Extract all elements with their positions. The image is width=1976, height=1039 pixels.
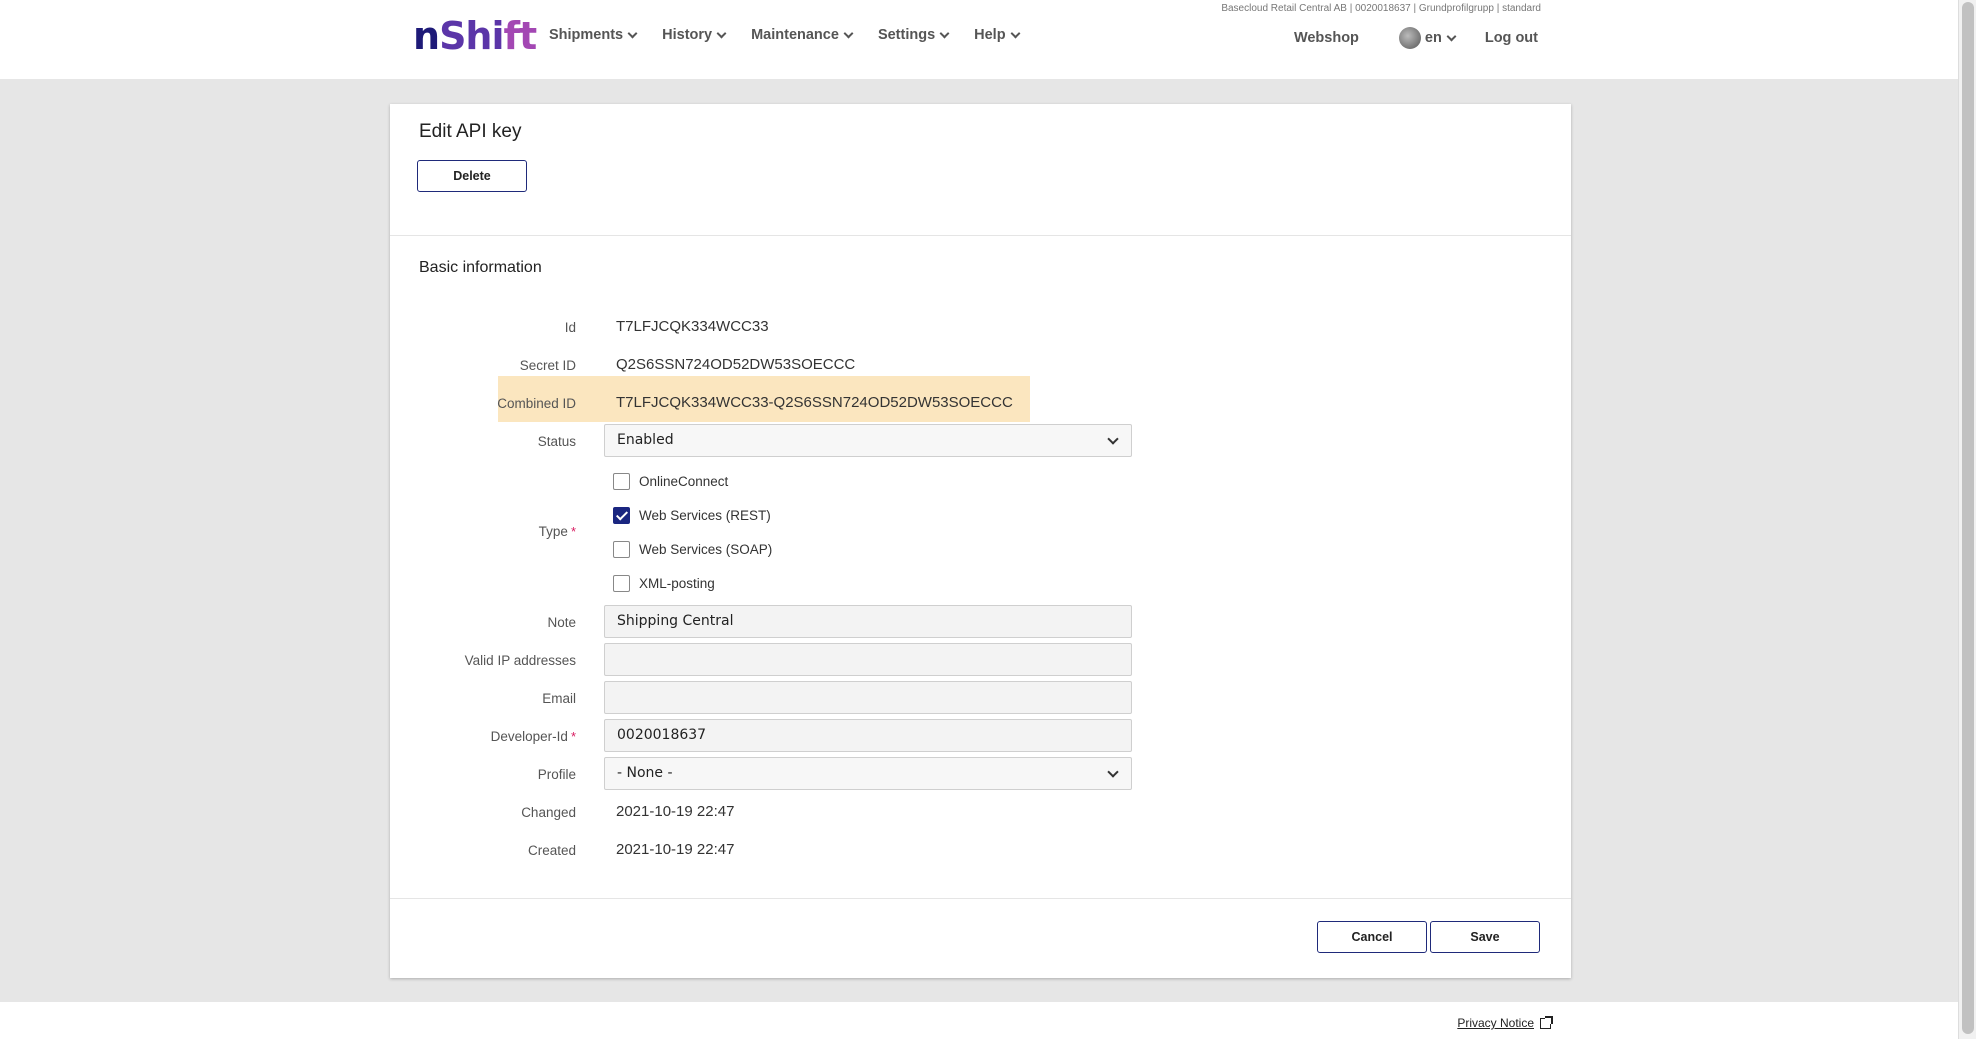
developer-id-label: Developer-Id * xyxy=(490,729,576,744)
webshop-link[interactable]: Webshop xyxy=(1294,30,1359,46)
nav-maintenance[interactable]: Maintenance xyxy=(751,27,854,43)
note-label: Note xyxy=(547,615,576,630)
status-select[interactable]: Enabled xyxy=(604,424,1132,457)
created-value: 2021-10-19 22:47 xyxy=(616,841,735,858)
page-title: Edit API key xyxy=(419,121,522,142)
checkbox-label: Web Services (REST) xyxy=(639,508,771,523)
changed-label: Changed xyxy=(521,805,576,820)
chevron-down-icon xyxy=(716,28,727,38)
divider xyxy=(390,898,1571,899)
type-label: Type * xyxy=(538,524,576,539)
external-link-icon xyxy=(1540,1015,1553,1029)
nav-history[interactable]: History xyxy=(662,27,727,43)
checkbox-label: XML-posting xyxy=(639,576,715,591)
chevron-down-icon xyxy=(1107,433,1119,445)
checkbox[interactable] xyxy=(613,473,630,490)
id-value: T7LFJCQK334WCC33 xyxy=(616,318,769,335)
valid-ip-label: Valid IP addresses xyxy=(464,653,576,668)
developer-id-input[interactable]: 0020018637 xyxy=(604,719,1132,752)
privacy-notice-link[interactable]: Privacy Notice xyxy=(1457,1015,1553,1030)
logout-link[interactable]: Log out xyxy=(1485,30,1538,46)
type-xml-posting[interactable]: XML-posting xyxy=(613,575,715,592)
cancel-button[interactable]: Cancel xyxy=(1317,921,1427,953)
scrollbar-thumb[interactable] xyxy=(1962,2,1974,1034)
edit-api-key-card: Edit API key Delete Basic information Id… xyxy=(390,104,1571,978)
nav-shipments[interactable]: Shipments xyxy=(549,27,638,43)
chevron-down-icon xyxy=(1107,766,1119,778)
created-label: Created xyxy=(527,843,576,858)
chevron-down-icon xyxy=(627,28,638,38)
type-web-services-soap[interactable]: Web Services (SOAP) xyxy=(613,541,772,558)
secret-id-value: Q2S6SSN724OD52DW53SOECCC xyxy=(616,356,856,373)
footer xyxy=(0,1002,1958,1039)
valid-ip-input[interactable] xyxy=(604,643,1132,676)
note-input[interactable]: Shipping Central xyxy=(604,605,1132,638)
checkbox-checked[interactable] xyxy=(613,507,630,524)
delete-button[interactable]: Delete xyxy=(417,160,527,192)
required-marker: * xyxy=(570,524,576,539)
language-label: en xyxy=(1424,30,1442,46)
email-input[interactable] xyxy=(604,681,1132,714)
secret-id-label: Secret ID xyxy=(519,358,576,373)
nav-help[interactable]: Help xyxy=(974,27,1021,43)
status-label: Status xyxy=(537,434,576,449)
profile-label: Profile xyxy=(537,767,576,782)
nshift-logo[interactable]: nShift xyxy=(413,14,537,58)
nav-settings[interactable]: Settings xyxy=(878,27,950,43)
profile-select[interactable]: - None - xyxy=(604,757,1132,790)
main-nav: Shipments History Maintenance Settings H… xyxy=(549,27,1045,43)
required-marker: * xyxy=(570,729,576,744)
checkbox-label: OnlineConnect xyxy=(639,474,729,489)
globe-icon xyxy=(1398,27,1421,49)
checkbox[interactable] xyxy=(613,575,630,592)
language-selector[interactable]: en xyxy=(1398,27,1457,49)
email-label: Email xyxy=(542,691,576,706)
checkbox-label: Web Services (SOAP) xyxy=(639,542,773,557)
changed-value: 2021-10-19 22:47 xyxy=(616,803,735,820)
chevron-down-icon xyxy=(1446,31,1457,41)
type-online-connect[interactable]: OnlineConnect xyxy=(613,473,728,490)
chevron-down-icon xyxy=(939,28,950,38)
privacy-notice-label: Privacy Notice xyxy=(1457,1016,1534,1030)
account-info: Basecloud Retail Central AB | 0020018637… xyxy=(1221,3,1541,14)
status-value: Enabled xyxy=(617,432,674,448)
checkbox[interactable] xyxy=(613,541,630,558)
combined-id-label: Combined ID xyxy=(497,396,576,411)
combined-id-value: T7LFJCQK334WCC33-Q2S6SSN724OD52DW53SOECC… xyxy=(616,394,1013,411)
profile-value: - None - xyxy=(617,765,673,781)
id-label: Id xyxy=(564,320,576,335)
top-header: Basecloud Retail Central AB | 0020018637… xyxy=(0,0,1958,79)
section-title: Basic information xyxy=(419,259,542,276)
chevron-down-icon xyxy=(843,28,854,38)
save-button[interactable]: Save xyxy=(1430,921,1540,953)
vertical-scrollbar[interactable] xyxy=(1958,0,1976,1039)
type-web-services-rest[interactable]: Web Services (REST) xyxy=(613,507,771,524)
nav-right: Webshop en Log out xyxy=(1294,27,1538,49)
chevron-down-icon xyxy=(1010,28,1021,38)
divider xyxy=(390,235,1571,236)
